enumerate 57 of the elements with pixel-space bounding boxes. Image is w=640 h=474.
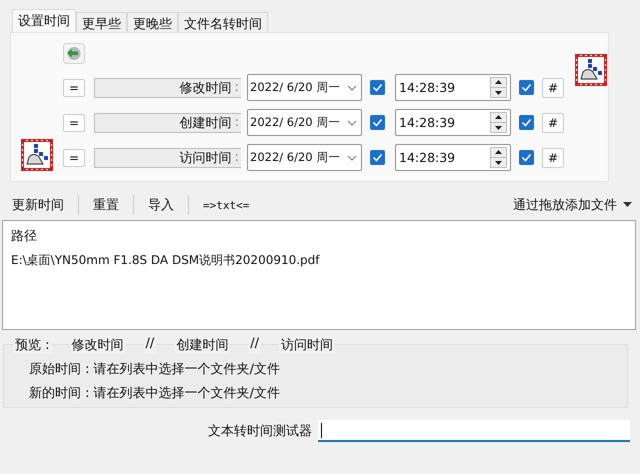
field-label: 访问时间 xyxy=(180,150,232,166)
spin-arrows-icon[interactable] xyxy=(490,77,507,98)
toolbar-button[interactable]: 更新时间 xyxy=(6,194,70,216)
chevron-down-icon[interactable] xyxy=(347,154,357,162)
field-label: 文本转时间测试器 xyxy=(208,423,312,440)
input-field[interactable] xyxy=(318,420,630,442)
tab[interactable]: 更早些 xyxy=(76,12,127,32)
time-spinner[interactable]: 14:28:39 xyxy=(395,74,511,101)
legend-text: // xyxy=(248,336,262,354)
colon: : xyxy=(234,150,239,165)
legend-text: 访问时间 xyxy=(279,336,336,354)
preview-line: 原始时间 : 请在列表中选择一个文件夹/文件 xyxy=(29,361,282,378)
legend-text: 预览 : xyxy=(13,336,52,354)
preview-line: 新的时间 : 请在列表中选择一个文件夹/文件 xyxy=(29,385,282,402)
date-picker[interactable]: 2022/ 6/20 周一 xyxy=(247,109,362,136)
equals-button[interactable]: = xyxy=(63,78,85,96)
chevron-down-icon[interactable] xyxy=(347,84,357,92)
checkbox[interactable] xyxy=(519,80,534,95)
chevron-down-icon[interactable] xyxy=(347,118,357,126)
equals-button[interactable]: = xyxy=(63,148,85,166)
legend-text: 修改时间 xyxy=(70,336,126,354)
tab[interactable]: 设置时间 xyxy=(12,9,76,32)
checkbox[interactable] xyxy=(519,115,534,130)
time-spinner[interactable]: 14:28:39 xyxy=(395,109,511,136)
text-cursor xyxy=(321,422,322,438)
toolbar-button[interactable]: 导入 xyxy=(142,194,180,216)
field-label: 创建时间 xyxy=(180,114,232,132)
dropdown-button[interactable]: 通过拖放添加文件 xyxy=(509,194,636,216)
caret-down-icon xyxy=(623,202,632,208)
spin-arrows-icon[interactable] xyxy=(490,112,507,133)
tab[interactable]: 更晚些 xyxy=(127,12,178,32)
legend-text: 创建时间 xyxy=(174,336,230,354)
hash-button[interactable]: # xyxy=(542,148,564,168)
hash-button[interactable]: # xyxy=(542,78,564,98)
tab[interactable]: 文件名转时间 xyxy=(178,12,268,32)
spin-arrows-icon[interactable] xyxy=(490,147,507,168)
refresh-icon[interactable] xyxy=(63,43,85,64)
toolbar-button[interactable]: 重置 xyxy=(87,194,125,216)
date-picker[interactable]: 2022/ 6/20 周一 xyxy=(247,144,362,171)
column-header[interactable]: 路径 xyxy=(11,227,627,245)
equals-button[interactable]: = xyxy=(63,114,85,132)
file-list[interactable]: 路径 E:\桌面\YN50mm F1.8S DA DSM说明书20200910.pdf xyxy=(2,220,636,330)
field-label: 修改时间 xyxy=(180,80,232,96)
colon: : xyxy=(234,80,239,95)
date-picker[interactable]: 2022/ 6/20 周一 xyxy=(247,74,362,101)
hash-button[interactable]: # xyxy=(542,112,564,132)
time-spinner[interactable]: 14:28:39 xyxy=(395,144,511,171)
toolbar-button[interactable]: =>txt<= xyxy=(197,196,256,214)
picture-frame-icon[interactable] xyxy=(20,138,54,172)
checkbox[interactable] xyxy=(370,80,385,95)
colon: : xyxy=(234,115,239,130)
picture-frame-icon[interactable] xyxy=(574,53,608,87)
checkbox[interactable] xyxy=(370,115,385,130)
checkbox[interactable] xyxy=(519,150,534,165)
legend-text: // xyxy=(144,336,156,354)
checkbox[interactable] xyxy=(370,150,385,165)
file-path[interactable]: E:\桌面\YN50mm F1.8S DA DSM说明书20200910.pdf xyxy=(11,252,627,269)
